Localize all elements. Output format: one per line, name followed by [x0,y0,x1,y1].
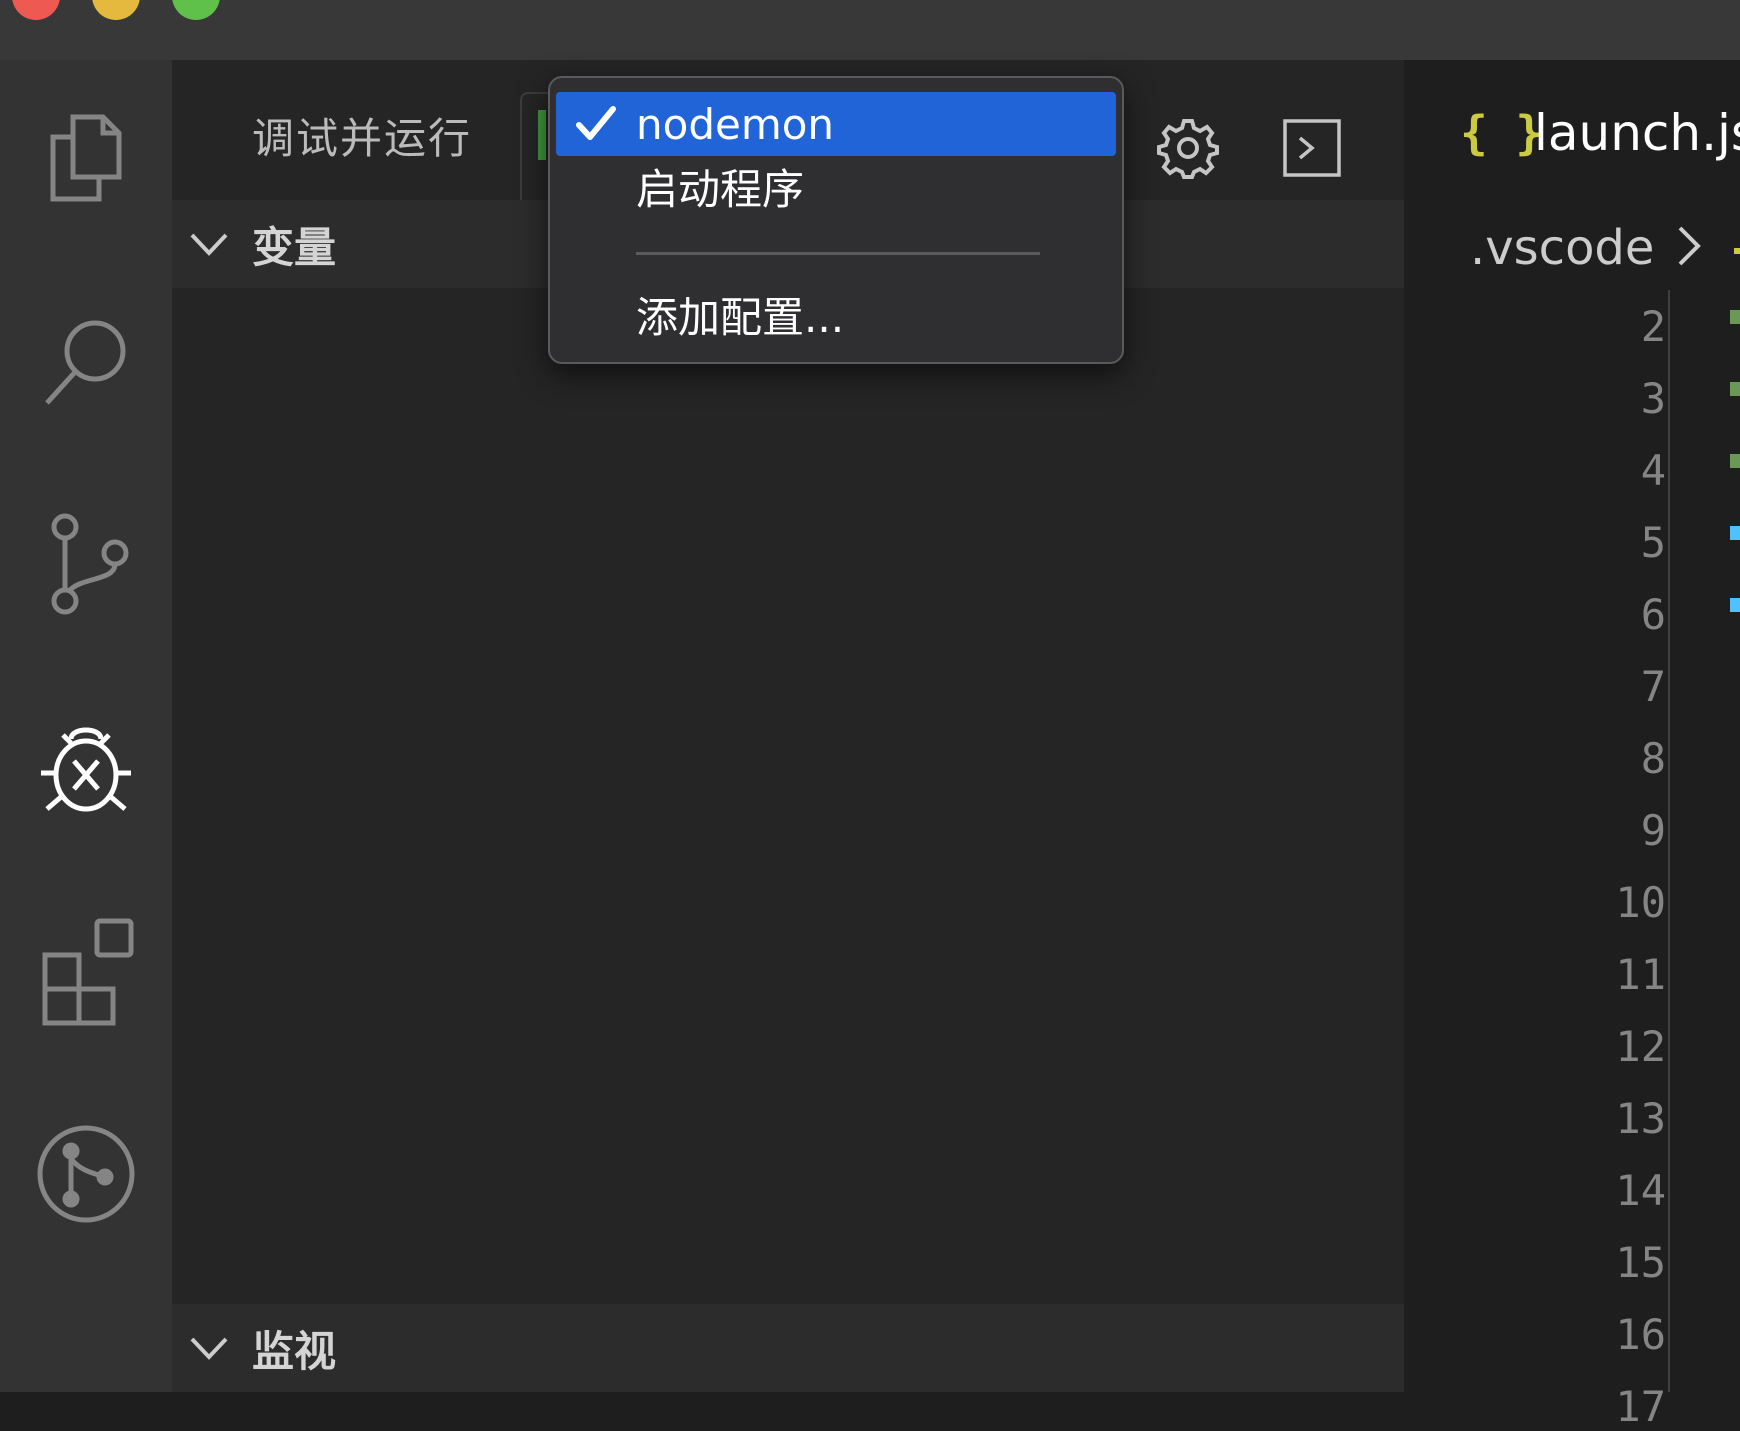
menu-separator [636,252,1040,255]
git-graph-button[interactable] [22,1110,150,1238]
line-number: 7 [1640,662,1666,711]
line-number: 2 [1640,302,1666,351]
line-number: 10 [1615,878,1666,927]
line-number: 8 [1640,734,1666,783]
extensions-icon [42,918,134,1026]
breadcrumb: .vscode [1404,200,1740,290]
debug-panel-title: 调试并运行 [252,114,473,163]
menu-item-label: 添加配置... [636,292,845,342]
chevron-right-icon [1672,222,1706,274]
search-icon [45,320,126,405]
line-number: 4 [1640,446,1666,495]
line-number: 17 [1615,1382,1666,1431]
code-fragment [1730,598,1740,612]
breadcrumb-folder[interactable]: .vscode [1470,220,1654,276]
menu-item-nodemon[interactable]: nodemon [556,92,1116,156]
watch-section-header[interactable]: 监视 [172,1304,1404,1392]
watch-section-label: 监视 [252,1326,337,1376]
chevron-down-icon [172,1325,252,1371]
line-number: 14 [1615,1166,1666,1215]
files-icon [50,114,122,202]
code-fragment [1730,382,1740,396]
line-number: 12 [1615,1022,1666,1071]
line-number: 16 [1615,1310,1666,1359]
line-number: 11 [1615,950,1666,999]
git-graph-icon [37,1125,135,1223]
json-file-icon: { } [1460,106,1544,160]
line-number: 3 [1640,374,1666,423]
run-debug-icon [41,727,131,812]
tab-label: launch.js [1534,104,1740,162]
line-number: 13 [1615,1094,1666,1143]
chevron-down-icon [172,221,252,267]
editor-tab[interactable]: { } launch.js [1404,60,1740,200]
close-window-button[interactable] [12,0,60,20]
source-control-icon [51,513,129,615]
line-number-gutter: 2 3 4 5 6 7 8 9 10 11 12 13 14 15 16 17 [1404,290,1666,1431]
variables-section-label: 变量 [252,222,337,272]
title-bar [0,0,1740,60]
code-fragment [1730,310,1740,324]
menu-item-label: 启动程序 [636,164,805,214]
menu-item-label: nodemon [636,99,835,149]
debug-console-button[interactable] [1264,100,1360,196]
line-number: 6 [1640,590,1666,639]
code-fragment [1730,454,1740,468]
line-number: 15 [1615,1238,1666,1287]
line-number: 5 [1640,518,1666,567]
minimize-window-button[interactable] [92,0,140,20]
search-button[interactable] [22,298,150,426]
indent-guide [1668,290,1670,1392]
source-control-button[interactable] [22,500,150,628]
gear-icon [1157,119,1219,179]
extensions-button[interactable] [22,908,150,1036]
maximize-window-button[interactable] [172,0,220,20]
run-debug-button[interactable] [22,704,150,832]
explorer-button[interactable] [22,94,150,222]
open-launch-json-button[interactable] [1140,100,1236,196]
terminal-icon [1283,119,1341,177]
line-number: 9 [1640,806,1666,855]
breadcrumb-file-icon [1734,248,1740,254]
menu-item-add-configuration[interactable]: 添加配置... [556,282,1116,346]
editor-area: { } launch.js .vscode 2 3 4 5 6 7 8 9 10… [1404,60,1740,1431]
start-debugging-button[interactable] [538,110,546,160]
code-fragment [1730,526,1740,540]
activity-bar [0,60,172,1392]
debug-config-dropdown: nodemon 启动程序 添加配置... [548,76,1124,364]
menu-item-launch-program[interactable]: 启动程序 [556,154,1116,218]
checkmark-icon [556,104,636,144]
